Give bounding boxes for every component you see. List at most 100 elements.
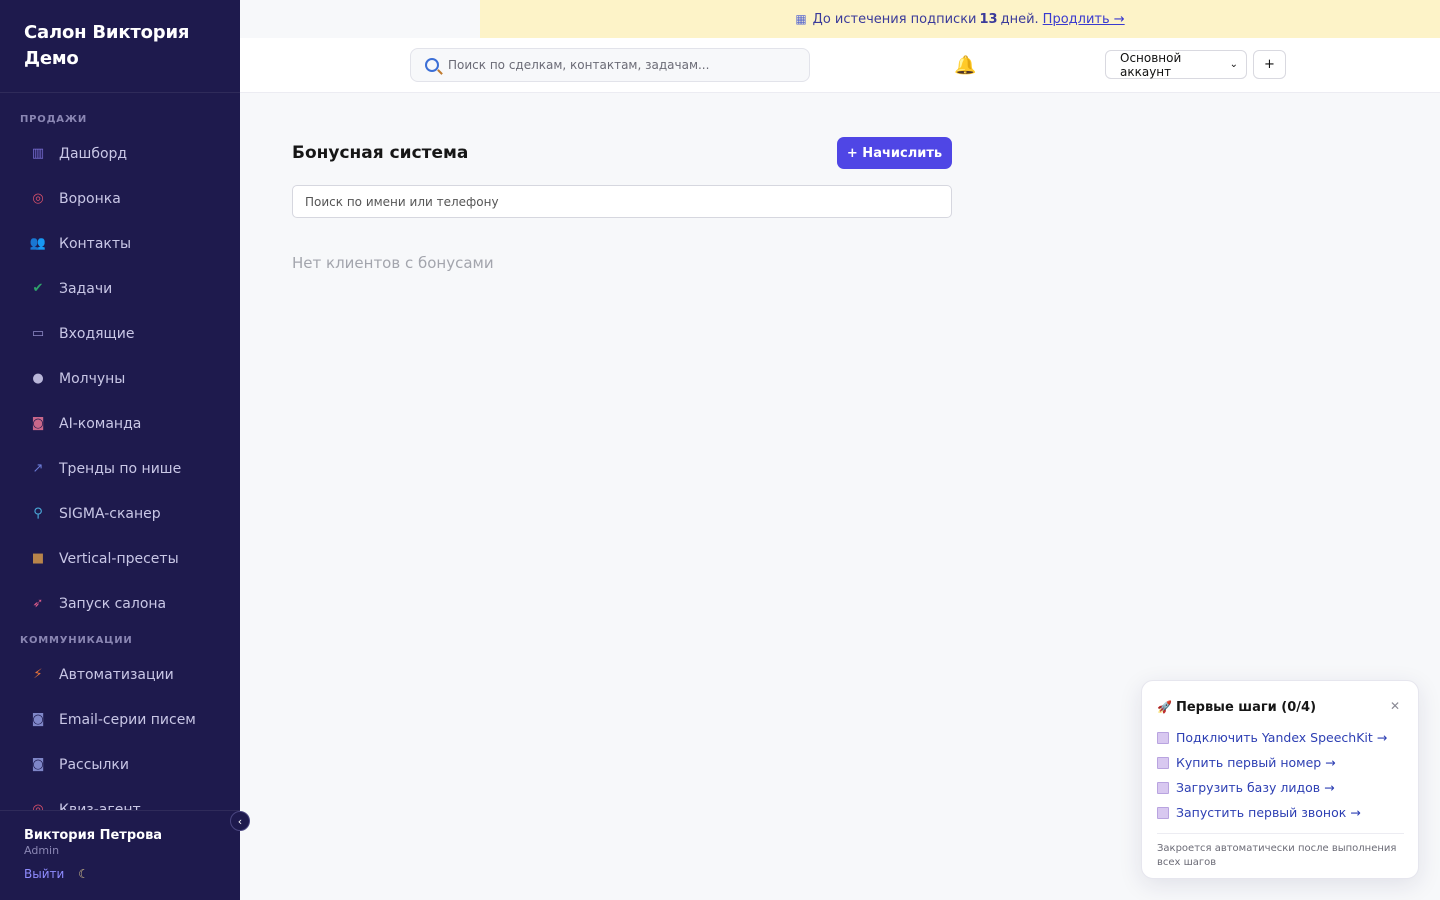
divider: [1157, 833, 1404, 834]
sidebar-item[interactable]: ➶ Запуск салона: [0, 581, 240, 626]
sidebar-item[interactable]: 👥 Контакты: [0, 221, 240, 266]
package-icon: ■: [31, 551, 45, 566]
account-select-value: Основной аккаунт: [1120, 50, 1182, 79]
sidebar-item-label: SIGMA-сканер: [59, 505, 161, 522]
email-icon: ◙: [31, 712, 45, 727]
sidebar-nav: ПРОДАЖИ ▥ Дашборд ◎ Воронка 👥 Контакты ✔ Задачи ▭…: [0, 93, 240, 810]
sidebar-item-label: Рассылки: [59, 756, 129, 773]
sidebar-item[interactable]: ✔ Задачи: [0, 266, 240, 311]
main-header: Бонусная система + Начислить: [292, 137, 952, 169]
checkbox-icon: [1157, 806, 1169, 819]
sidebar-item[interactable]: ⚡ Автоматизации: [0, 652, 240, 697]
inbox-icon: ▭: [31, 326, 45, 341]
sidebar-item[interactable]: ■ Vertical-пресеты: [0, 536, 240, 581]
sidebar-item[interactable]: ◙ Email-серии писем: [0, 697, 240, 742]
onboarding-note: Закроется автоматически после выполнения…: [1157, 843, 1397, 868]
onboarding-steps: Подключить Yandex SpeechKit → Купить перв…: [1157, 725, 1404, 825]
sidebar-item-label: Дашборд: [59, 145, 128, 162]
sidebar-section-label: ПРОДАЖИ: [20, 114, 88, 125]
mail-icon: ◙: [31, 757, 45, 772]
sidebar-item[interactable]: ◎ Квиз-агент: [0, 787, 240, 811]
sidebar-item[interactable]: ▭ Входящие: [0, 311, 240, 356]
sidebar-item-label: Контакты: [59, 235, 132, 252]
rocket-icon: 🚀: [1157, 700, 1172, 714]
chevron-down-icon: ⌄: [1229, 59, 1238, 70]
client-search-input[interactable]: [292, 185, 952, 218]
banner-text-after: дней.: [1000, 11, 1039, 27]
onboarding-step[interactable]: Купить первый номер →: [1157, 750, 1404, 775]
global-search[interactable]: [410, 48, 810, 82]
add-account-button[interactable]: +: [1253, 50, 1286, 79]
onboarding-header: 🚀 Первые шаги (0/4) ✕: [1157, 696, 1404, 716]
empty-state-text: Нет клиентов с бонусами: [292, 254, 494, 272]
logout-row: Выйти ☾: [24, 867, 216, 881]
sidebar-item-label: Тренды по нише: [59, 460, 182, 477]
sidebar-footer: Виктория Петрова Admin Выйти ☾: [0, 810, 240, 900]
onboarding-title-row: 🚀 Первые шаги (0/4): [1157, 696, 1316, 715]
robot-icon: ◙: [31, 416, 45, 431]
magnifier-icon: ⚲: [33, 506, 43, 521]
onboarding-step[interactable]: Загрузить базу лидов →: [1157, 775, 1404, 800]
checkbox-icon: [1157, 756, 1169, 769]
sidebar-item-label: Запуск салона: [59, 595, 167, 612]
sidebar-item[interactable]: ◙ Рассылки: [0, 742, 240, 787]
quiz-target-icon: ◎: [32, 802, 44, 810]
users-icon: 👥: [29, 236, 47, 251]
lightning-icon: ⚡: [33, 667, 43, 682]
logout-link[interactable]: Выйти: [24, 867, 64, 881]
onboarding-step-label: Купить первый номер →: [1176, 755, 1336, 770]
main-content: Бонусная система + Начислить Нет клиенто…: [292, 137, 952, 272]
speech-bubble-icon: ●: [32, 371, 44, 386]
renew-link[interactable]: Продлить →: [1043, 12, 1125, 27]
sidebar-item-label: Воронка: [59, 190, 121, 207]
checkbox-icon: [1157, 731, 1169, 744]
account-select[interactable]: Основной аккаунт ⌄: [1105, 50, 1247, 79]
brand-title: Салон Виктория Демо: [24, 22, 190, 69]
target-icon: ◎: [32, 191, 44, 206]
sidebar-item[interactable]: ↗ Тренды по нише: [0, 446, 240, 491]
sidebar-item[interactable]: ● Молчуны: [0, 356, 240, 401]
onboarding-step-label: Подключить Yandex SpeechKit →: [1176, 730, 1388, 745]
subscription-banner: ▦ До истечения подписки 13 дней. Продлит…: [480, 0, 1440, 38]
checkbox-icon: [1157, 781, 1169, 794]
accrue-bonus-button[interactable]: + Начислить: [837, 137, 952, 169]
onboarding-step[interactable]: Подключить Yandex SpeechKit →: [1157, 725, 1404, 750]
rocket-icon: ➶: [32, 596, 44, 611]
page-title: Бонусная система: [292, 143, 469, 163]
sidebar-item-label: AI-команда: [59, 415, 142, 432]
moon-icon[interactable]: ☾: [78, 867, 89, 881]
user-role: Admin: [24, 844, 60, 857]
onboarding-title: Первые шаги (0/4): [1175, 700, 1317, 715]
sidebar-item-label: Vertical-пресеты: [59, 550, 179, 567]
sidebar-item[interactable]: ▥ Дашборд: [0, 131, 240, 176]
sidebar-item-label: Квиз-агент: [59, 801, 141, 811]
checkbox-icon: ✔: [32, 281, 44, 296]
sidebar: Салон Виктория Демо ПРОДАЖИ ▥ Дашборд ◎ Воро…: [0, 0, 240, 900]
sidebar-item-label: Задачи: [59, 280, 113, 297]
search-icon: [425, 58, 439, 72]
sidebar-item-label: Автоматизации: [59, 666, 174, 683]
global-search-input[interactable]: [448, 58, 788, 72]
trend-chart-icon: ↗: [32, 461, 44, 476]
sidebar-item[interactable]: ◙ AI-команда: [0, 401, 240, 446]
onboarding-step[interactable]: Запустить первый звонок →: [1157, 800, 1404, 825]
brand: Салон Виктория Демо: [0, 0, 240, 93]
sidebar-section-label: КОММУНИКАЦИИ: [20, 635, 133, 646]
chart-bar-icon: ▥: [31, 146, 45, 161]
sidebar-item[interactable]: ⚲ SIGMA-сканер: [0, 491, 240, 536]
sidebar-collapse-button[interactable]: ‹: [230, 811, 250, 831]
onboarding-step-label: Загрузить базу лидов →: [1176, 780, 1335, 795]
onboarding-step-label: Запустить первый звонок →: [1176, 805, 1361, 820]
sidebar-item[interactable]: ◎ Воронка: [0, 176, 240, 221]
banner-days: 13: [979, 11, 998, 27]
close-icon[interactable]: ✕: [1390, 699, 1400, 713]
sidebar-item-label: Молчуны: [59, 370, 126, 387]
bell-icon[interactable]: 🔔: [954, 55, 976, 76]
banner-text-before: До истечения подписки: [812, 11, 977, 27]
calendar-icon: ▦: [795, 12, 807, 26]
sidebar-item-label: Входящие: [59, 325, 135, 342]
top-header: 🔔 Основной аккаунт ⌄ +: [240, 38, 1440, 93]
onboarding-card: 🚀 Первые шаги (0/4) ✕ Подключить Yandex S…: [1141, 680, 1419, 879]
sidebar-item-label: Email-серии писем: [59, 711, 196, 728]
user-name: Виктория Петрова: [24, 828, 163, 843]
